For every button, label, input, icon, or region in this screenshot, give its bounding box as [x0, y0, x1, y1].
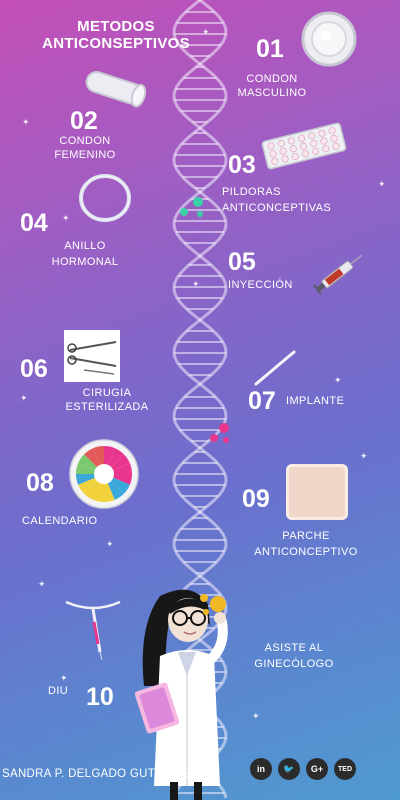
- scissors-icon: [67, 341, 117, 375]
- sparkle-icon: ✦: [20, 393, 28, 403]
- method-label-07: IMPLANTE: [286, 395, 345, 407]
- sparkle-icon: ✦: [106, 539, 114, 549]
- sparkle-icon: ✦: [202, 27, 210, 37]
- method-label-02: CONDON FEMENINO: [54, 135, 116, 161]
- method-label-05: INYECCIÓN: [228, 279, 293, 291]
- author-name: SANDRA P. DELGADO GUTIERREZ: [2, 768, 200, 780]
- linkedin-icon[interactable]: in: [250, 758, 272, 780]
- method-label-08: CALENDARIO: [22, 515, 98, 527]
- method-number-02: 02: [70, 107, 98, 135]
- female-condom-icon: [85, 71, 147, 108]
- ted-icon[interactable]: TED: [334, 758, 356, 780]
- pill-pack-icon: [261, 122, 347, 170]
- method-number-05: 05: [228, 248, 256, 276]
- syringe-icon: [312, 254, 363, 294]
- title-line-1: METODOS: [77, 18, 155, 35]
- title-line-2: ANTICONSEPTIVOS: [42, 35, 190, 52]
- method-label-10: DIU: [48, 685, 69, 697]
- page-title: METODOS ANTICONSEPTIVOS: [16, 18, 216, 52]
- method-number-07: 07: [248, 387, 276, 415]
- surgery-photo: [64, 330, 120, 382]
- method-label-09: PARCHE ANTICONCEPTIVO: [254, 530, 358, 558]
- male-condom-icon: [301, 11, 357, 67]
- sparkle-icon: ✦: [22, 117, 30, 127]
- ring-icon: [79, 174, 131, 222]
- sparkle-icon: ✦: [60, 673, 68, 683]
- dots-decoration: [180, 197, 203, 217]
- sparkle-icon: ✦: [360, 451, 368, 461]
- method-number-10: 10: [86, 683, 114, 711]
- method-number-08: 08: [26, 469, 54, 497]
- method-number-06: 06: [20, 355, 48, 383]
- twitter-icon[interactable]: 🐦: [278, 758, 300, 780]
- sparkle-icon: ✦: [378, 179, 386, 189]
- sparkle-icon: ✦: [252, 711, 260, 721]
- method-number-01: 01: [256, 35, 284, 63]
- method-label-01: CONDON MASCULINO: [237, 73, 307, 99]
- method-number-04: 04: [20, 209, 48, 237]
- implant-rod-icon: [254, 350, 296, 386]
- google-plus-icon[interactable]: G+: [306, 758, 328, 780]
- dots-decoration-pink: [210, 423, 229, 443]
- calendar-wheel-icon: [69, 439, 139, 509]
- sparkle-icon: ✦: [62, 213, 70, 223]
- sparkle-icon: ✦: [334, 375, 342, 385]
- patch-icon: [286, 464, 348, 520]
- advice-text: ASISTE AL GINECÓLOGO: [254, 642, 334, 670]
- sparkle-icon: ✦: [192, 279, 200, 289]
- iud-icon: [65, 600, 121, 661]
- method-number-03: 03: [228, 151, 256, 179]
- infographic: METODOS ANTICONSEPTIVOS 01 CONDON MASCULI…: [0, 0, 400, 800]
- sparkle-icon: ✦: [38, 579, 46, 589]
- method-label-06: CIRUGIA ESTERILIZADA: [65, 387, 149, 413]
- bubbles-decoration: [200, 594, 226, 615]
- method-number-09: 09: [242, 485, 270, 513]
- method-label-04: ANILLO HORMONAL: [51, 240, 119, 268]
- method-label-03: PILDORAS ANTICONCEPTIVAS: [222, 186, 332, 214]
